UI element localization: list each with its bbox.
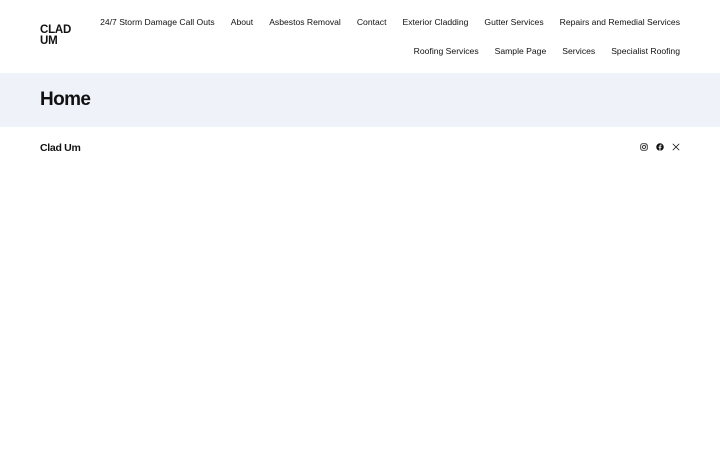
site-footer: Clad Um: [0, 127, 720, 169]
nav-item-contact[interactable]: Contact: [357, 17, 387, 27]
nav-item-specialist-roofing[interactable]: Specialist Roofing: [611, 46, 680, 56]
nav-item-gutter-services[interactable]: Gutter Services: [484, 17, 543, 27]
footer-site-title[interactable]: Clad Um: [40, 142, 81, 154]
nav-item-repairs-remedial[interactable]: Repairs and Remedial Services: [560, 17, 680, 27]
nav-item-storm-damage[interactable]: 24/7 Storm Damage Call Outs: [100, 17, 215, 27]
nav-item-roofing-services[interactable]: Roofing Services: [414, 46, 479, 56]
primary-nav-row-1: 24/7 Storm Damage Call Outs About Asbest…: [100, 17, 680, 27]
site-logo[interactable]: CLAD UM: [40, 24, 80, 47]
site-header: CLAD UM 24/7 Storm Damage Call Outs Abou…: [0, 0, 720, 73]
primary-nav-row-2: Roofing Services Sample Page Services Sp…: [414, 46, 680, 56]
page-header: Home: [0, 73, 720, 127]
instagram-icon[interactable]: [640, 143, 648, 151]
nav-item-sample-page[interactable]: Sample Page: [495, 46, 547, 56]
x-icon[interactable]: [672, 143, 680, 151]
nav-item-exterior-cladding[interactable]: Exterior Cladding: [402, 17, 468, 27]
nav-item-about[interactable]: About: [231, 17, 253, 27]
nav-item-services[interactable]: Services: [562, 46, 595, 56]
nav-item-asbestos-removal[interactable]: Asbestos Removal: [269, 17, 341, 27]
social-links: [640, 143, 680, 151]
page-title: Home: [40, 89, 91, 110]
facebook-icon[interactable]: [656, 143, 664, 151]
